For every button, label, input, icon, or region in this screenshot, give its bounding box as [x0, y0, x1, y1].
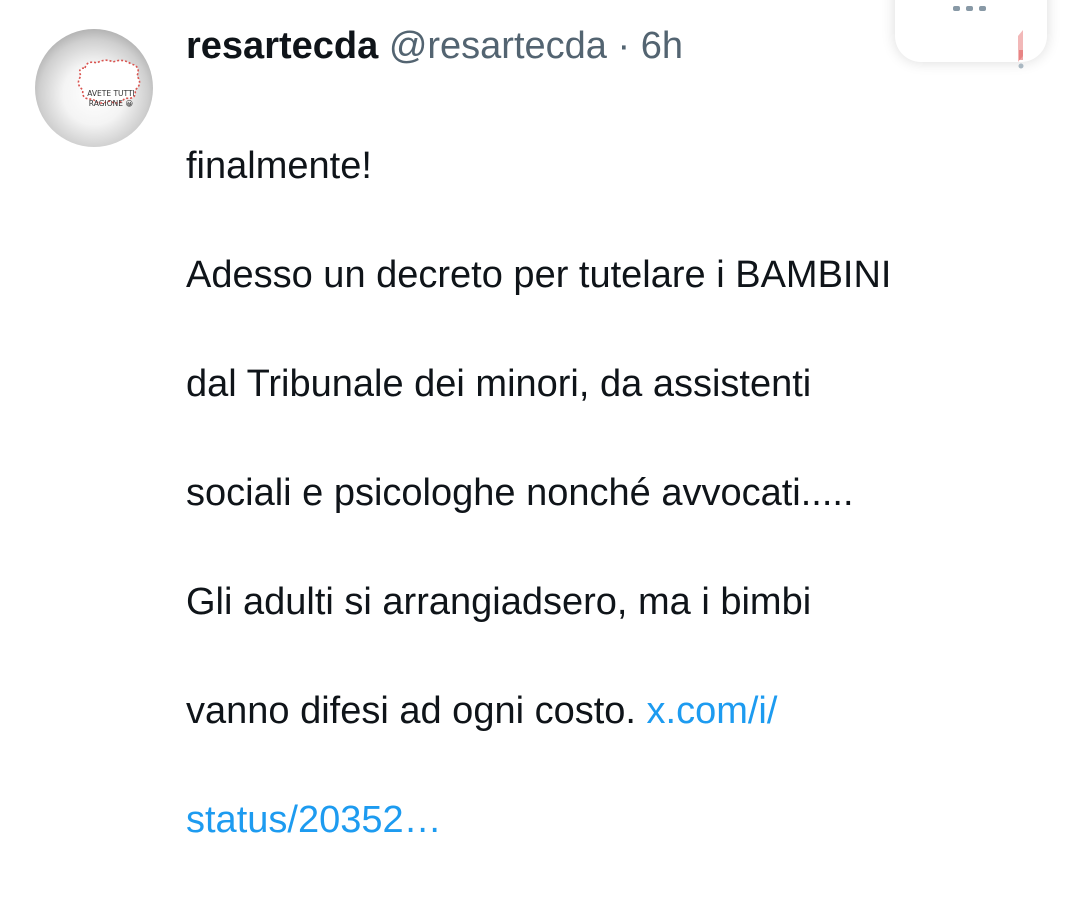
author-handle[interactable]: @resartecda — [389, 25, 607, 67]
avatar-caption-line1: AVETE TUTTI — [87, 89, 135, 98]
tweet-line: sociali e psicologhe nonché avvocati....… — [186, 471, 854, 514]
notification-indicator-icon — [1018, 30, 1024, 69]
avatar-caption-line2: RAGIONE 😀 — [88, 99, 134, 108]
tweet-line: finalmente! — [186, 144, 372, 187]
separator-dot: · — [617, 25, 631, 67]
tweet-line: Adesso un decreto per tutelare i BAMBINI — [186, 253, 892, 296]
tweet-timestamp[interactable]: 6h — [641, 25, 683, 67]
tweet-line-link: status/20352… — [186, 793, 1046, 848]
tweet-line-text: vanno difesi ad ogni costo. — [186, 689, 647, 732]
tweet-line-with-link: vanno difesi ad ogni costo. x.com/i/ — [186, 684, 1046, 739]
avatar-caption: AVETE TUTTI RAGIONE 😀 — [81, 89, 141, 109]
tweet-header: resartecda @resartecda · 6h — [186, 22, 683, 70]
status-link-continued[interactable]: status/20352… — [186, 799, 442, 841]
tweet-line: dal Tribunale dei minori, da assistenti — [186, 362, 812, 405]
tweet-line: Gli adulti si arrangiadsero, ma i bimbi — [186, 580, 812, 623]
status-link[interactable]: x.com/i/ — [647, 690, 778, 732]
tweet-body: finalmente! Adesso un decreto per tutela… — [186, 84, 1046, 902]
avatar[interactable]: AVETE TUTTI RAGIONE 😀 — [35, 29, 153, 147]
more-options-icon[interactable] — [953, 0, 993, 11]
author-name[interactable]: resartecda — [186, 25, 378, 67]
